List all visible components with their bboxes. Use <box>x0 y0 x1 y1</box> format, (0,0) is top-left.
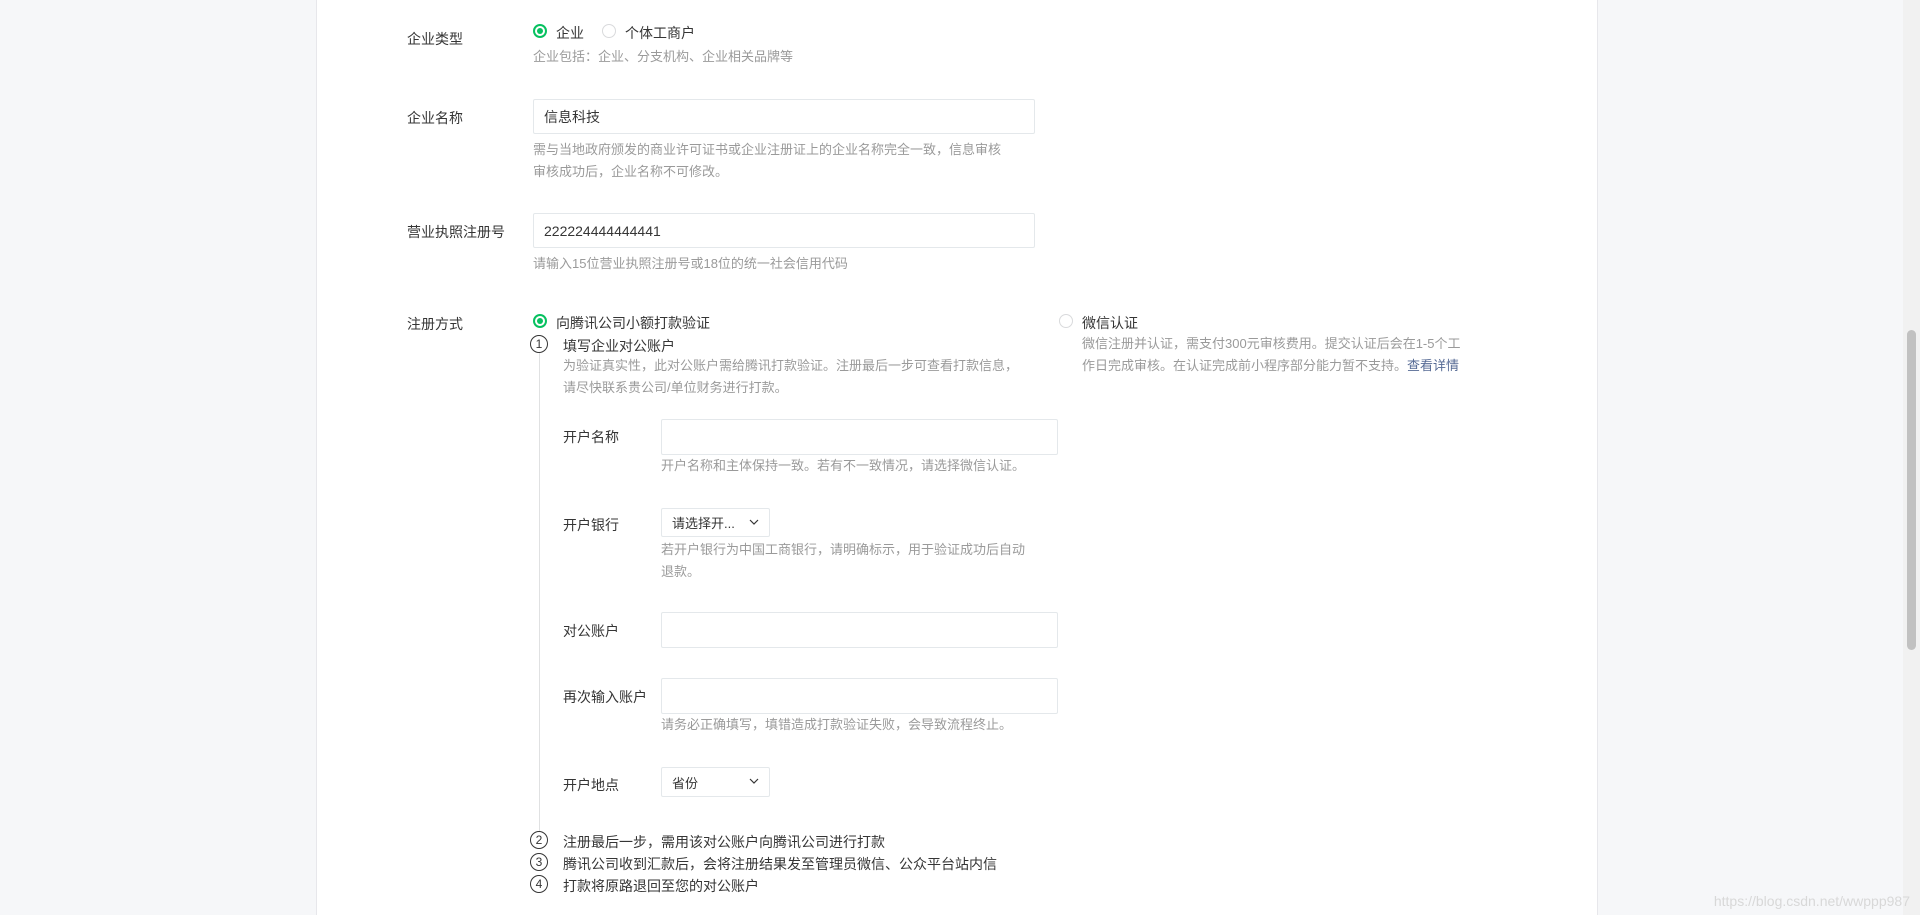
step-3-badge: 3 <box>530 853 548 871</box>
company-type-tip: 企业包括：企业、分支机构、企业相关品牌等 <box>533 49 794 64</box>
scrollbar-thumb[interactable] <box>1907 330 1916 650</box>
account-input[interactable] <box>661 612 1058 648</box>
wechat-tip-1: 微信注册并认证，需支付300元审核费用。提交认证后会在1-5个工 <box>1082 336 1461 351</box>
bank-select[interactable]: 请选择开... <box>661 508 770 537</box>
radio-wechat-label[interactable]: 微信认证 <box>1082 313 1138 333</box>
location-select[interactable]: 省份 <box>661 767 770 797</box>
company-type-label: 企业类型 <box>407 31 463 47</box>
location-select-value: 省份 <box>672 775 699 791</box>
radio-individual-label[interactable]: 个体工商户 <box>625 23 695 43</box>
account-confirm-tip: 请务必正确填写，填错造成打款验证失败，会导致流程终止。 <box>661 717 1013 732</box>
account-confirm-input[interactable] <box>661 678 1058 714</box>
step-4-title: 打款将原路退回至您的对公账户 <box>563 878 759 894</box>
account-name-tip: 开户名称和主体保持一致。若有不一致情况，请选择微信认证。 <box>661 458 1026 473</box>
radio-company-label[interactable]: 企业 <box>556 23 584 43</box>
radio-company-dot[interactable] <box>533 24 547 38</box>
radio-wechat-dot[interactable] <box>1059 314 1073 328</box>
registration-label: 注册方式 <box>407 316 463 332</box>
chevron-down-icon <box>749 519 759 525</box>
bank-tip-1: 若开户银行为中国工商银行，请明确标示，用于验证成功后自动 <box>661 542 1026 557</box>
radio-individual-dot[interactable] <box>602 24 616 38</box>
company-name-label: 企业名称 <box>407 110 463 126</box>
bank-label: 开户银行 <box>563 517 619 533</box>
wechat-tip-2: 作日完成审核。在认证完成前小程序部分能力暂不支持。查看详情 <box>1082 355 1459 377</box>
company-name-input[interactable]: 信息科技 <box>533 99 1035 134</box>
vertical-scrollbar[interactable] <box>1903 0 1920 915</box>
account-confirm-label: 再次输入账户 <box>563 689 647 705</box>
company-name-tip-1: 需与当地政府颁发的商业许可证书或企业注册证上的企业名称完全一致，信息审核 <box>533 142 1002 157</box>
chevron-down-icon <box>749 778 759 784</box>
step-1-title: 填写企业对公账户 <box>563 338 675 354</box>
account-label: 对公账户 <box>563 623 619 639</box>
step-timeline <box>539 353 540 832</box>
account-name-input[interactable] <box>661 419 1058 455</box>
license-tip: 请输入15位营业执照注册号或18位的统一社会信用代码 <box>533 256 848 271</box>
location-label: 开户地点 <box>563 777 619 793</box>
radio-transfer-dot[interactable] <box>533 314 547 328</box>
bank-tip-2: 退款。 <box>661 564 701 579</box>
company-name-tip-2: 审核成功后，企业名称不可修改。 <box>533 164 729 179</box>
license-input[interactable]: 222224444444441 <box>533 213 1035 248</box>
wechat-tip-2-text: 作日完成审核。在认证完成前小程序部分能力暂不支持。 <box>1082 358 1408 373</box>
step-1-tip-2: 请尽快联系贵公司/单位财务进行打款。 <box>563 380 788 395</box>
step-1-tip-1: 为验证真实性，此对公账户需给腾讯打款验证。注册最后一步可查看打款信息， <box>563 358 1019 373</box>
radio-transfer-label[interactable]: 向腾讯公司小额打款验证 <box>556 313 710 333</box>
step-2-badge: 2 <box>530 831 548 849</box>
view-details-link[interactable]: 查看详情 <box>1407 358 1459 373</box>
step-4-badge: 4 <box>530 875 548 893</box>
step-2-title: 注册最后一步，需用该对公账户向腾讯公司进行打款 <box>563 834 885 850</box>
bank-select-value: 请选择开... <box>672 516 735 531</box>
watermark: https://blog.csdn.net/wwppp987 <box>1713 893 1910 909</box>
account-name-label: 开户名称 <box>563 429 619 445</box>
step-1-badge: 1 <box>530 335 548 353</box>
step-3-title: 腾讯公司收到汇款后，会将注册结果发至管理员微信、公众平台站内信 <box>563 856 997 872</box>
license-label: 营业执照注册号 <box>407 224 505 240</box>
